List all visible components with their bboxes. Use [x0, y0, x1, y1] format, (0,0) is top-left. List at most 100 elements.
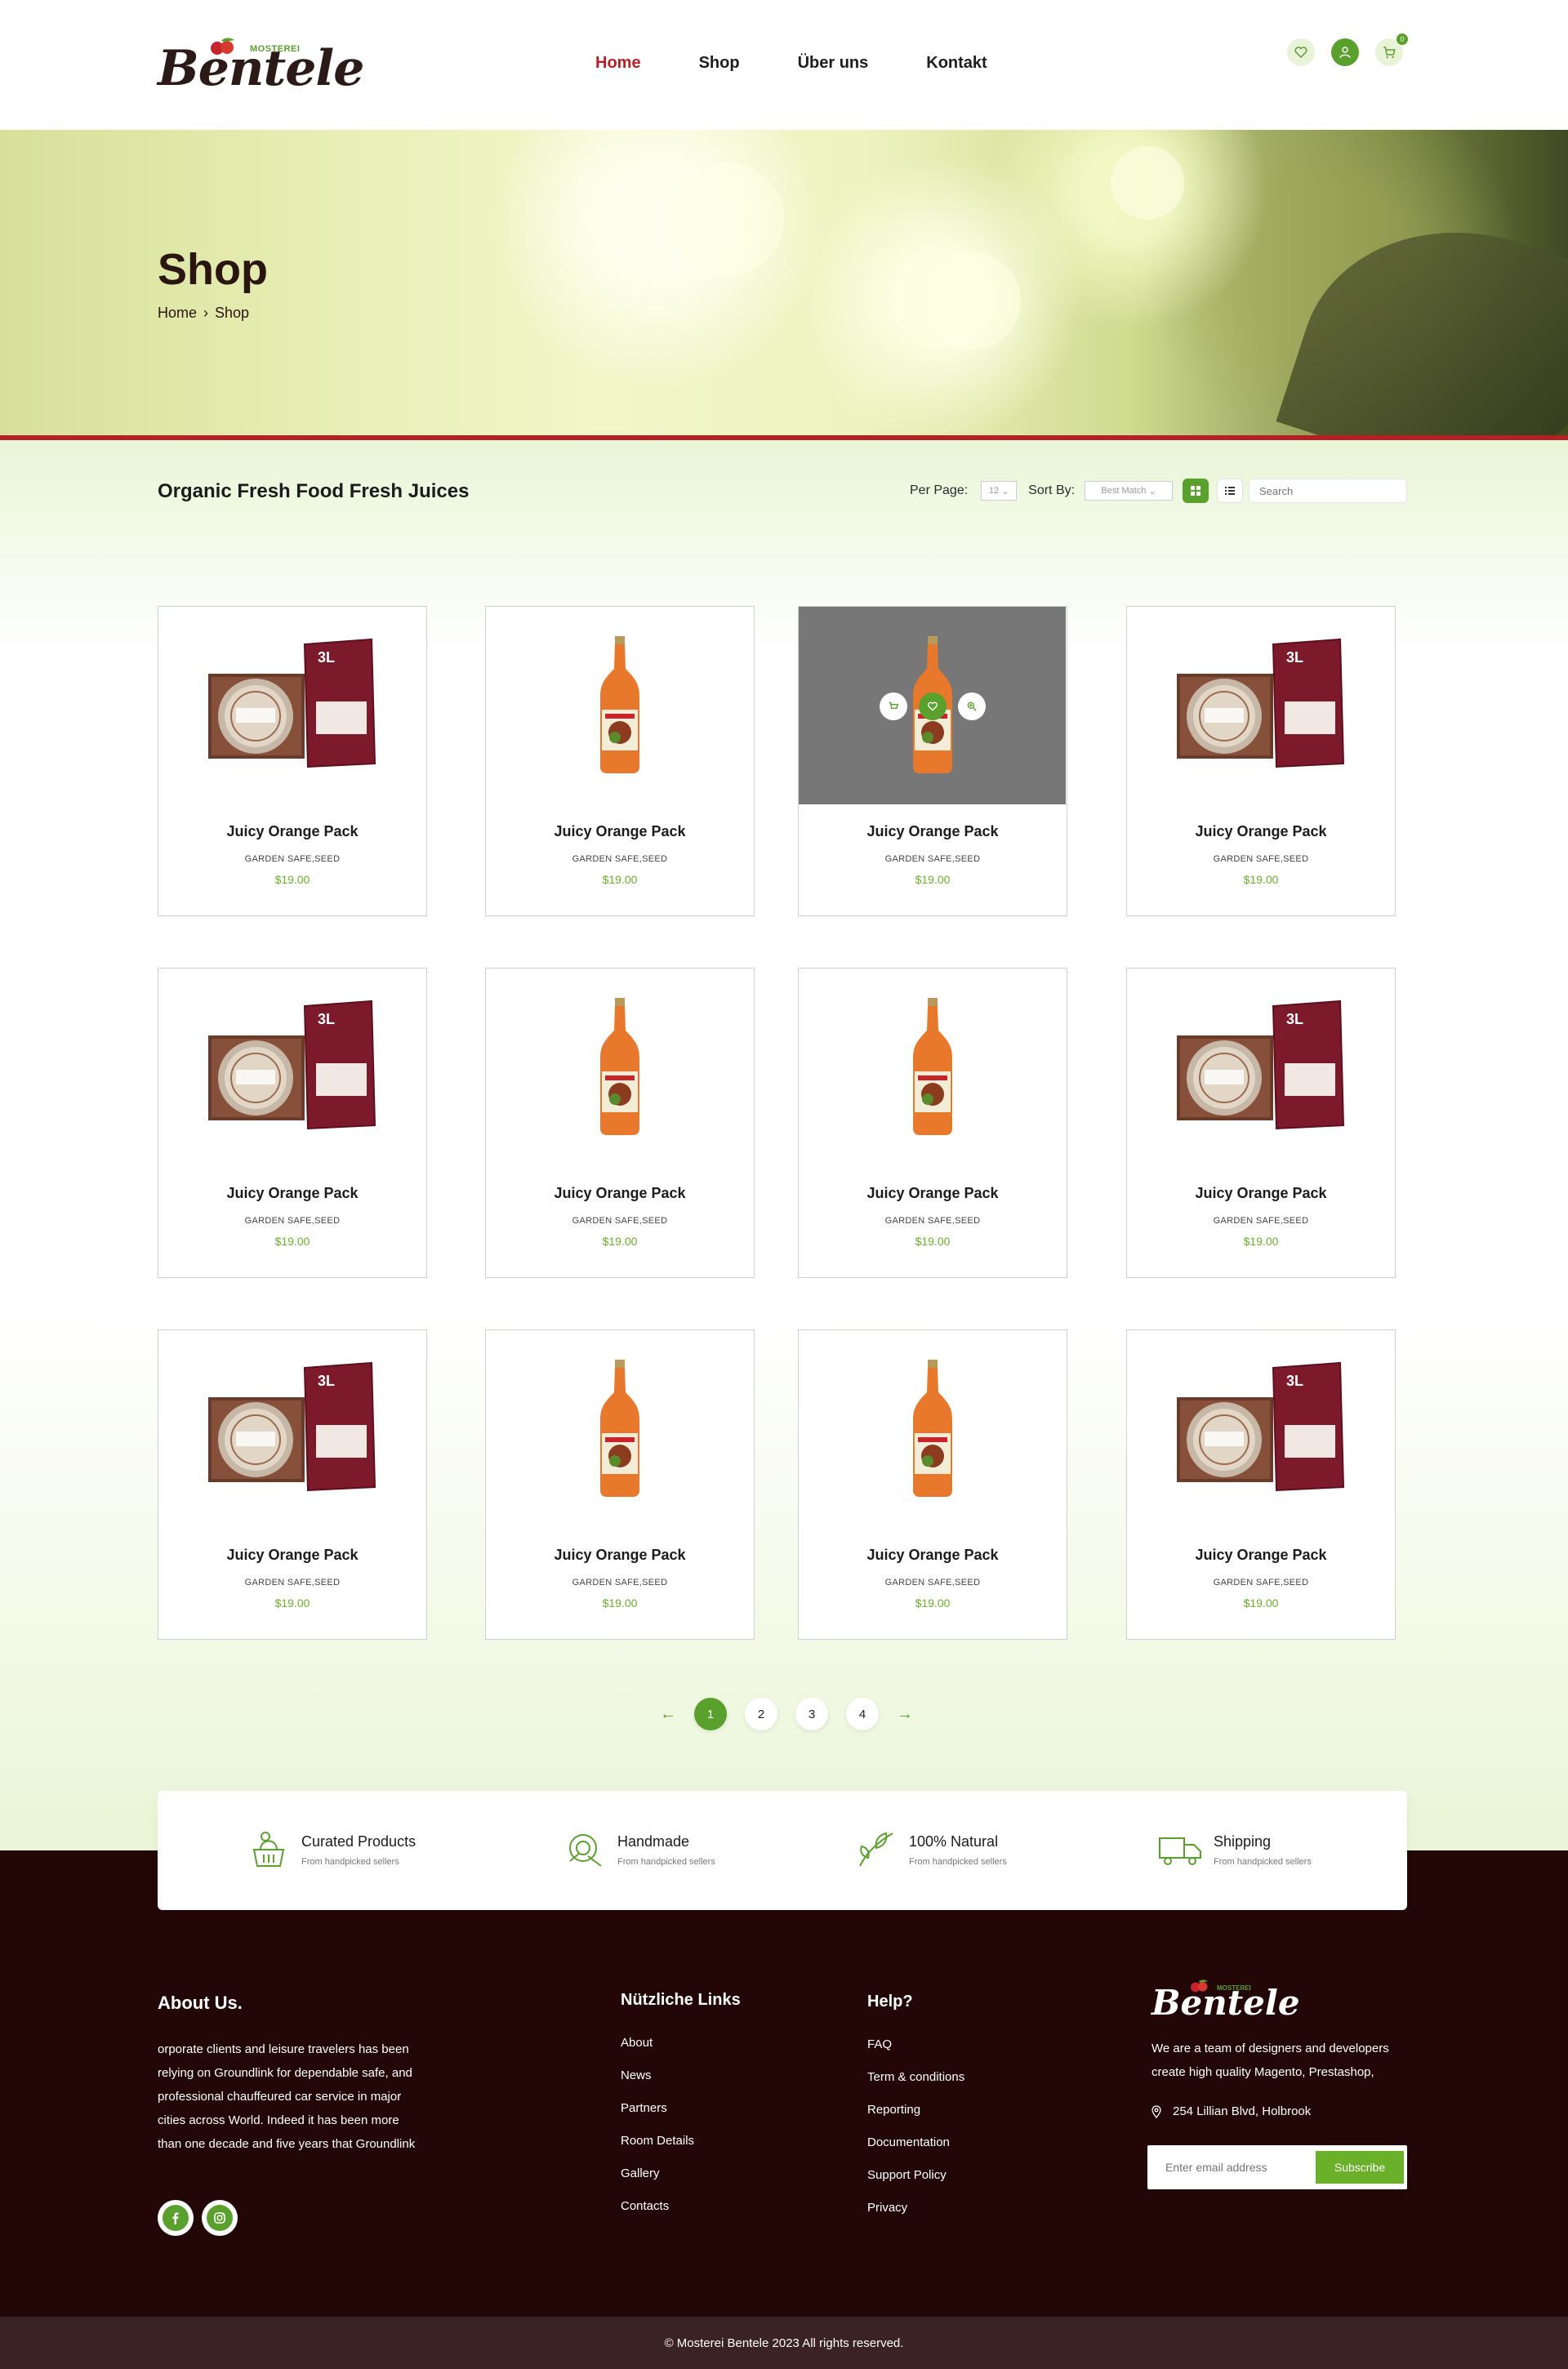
page-3-button[interactable]: 3 — [795, 1698, 828, 1730]
quick-view-button[interactable] — [958, 692, 986, 720]
footer-link[interactable]: Gallery — [621, 2166, 694, 2199]
per-page-select[interactable]: 12 ⌄ — [981, 481, 1018, 501]
product-card[interactable]: 3L Juicy Orange Pack GARDEN SAFE,SEED $19.… — [158, 606, 427, 916]
help-link[interactable]: Reporting — [867, 2103, 964, 2135]
product-name[interactable]: Juicy Orange Pack — [1127, 1547, 1395, 1564]
add-to-cart-button[interactable] — [880, 692, 907, 720]
chevron-down-icon: ⌄ — [1001, 486, 1009, 497]
chevron-down-icon: ⌄ — [1148, 486, 1156, 497]
product-name[interactable]: Juicy Orange Pack — [158, 1185, 426, 1202]
nav-home[interactable]: Home — [595, 54, 641, 73]
footer-link[interactable]: About — [621, 2036, 694, 2068]
product-card[interactable]: 3L Juicy Orange Pack GARDEN SAFE,SEED $19.… — [158, 968, 427, 1278]
page-1-button[interactable]: 1 — [694, 1698, 727, 1730]
list-icon — [1225, 487, 1236, 495]
feature-curated: Curated Products From handpicked sellers — [247, 1828, 416, 1871]
product-category: GARDEN SAFE,SEED — [1213, 854, 1309, 864]
wishlist-button[interactable] — [1287, 38, 1315, 66]
product-image[interactable]: 3L — [158, 1330, 425, 1528]
feature-subtitle: From handpicked sellers — [617, 1856, 715, 1867]
help-link[interactable]: Term & conditions — [867, 2070, 964, 2103]
footer-link[interactable]: News — [621, 2068, 694, 2101]
product-name[interactable]: Juicy Orange Pack — [158, 1547, 426, 1564]
box-size-label: 3L — [318, 1373, 335, 1389]
footer-link[interactable]: Partners — [621, 2101, 694, 2134]
help-link[interactable]: Documentation — [867, 2135, 964, 2168]
product-card[interactable]: Juicy Orange Pack GARDEN SAFE,SEED $19.00 — [798, 606, 1067, 916]
nav-contact[interactable]: Kontakt — [926, 54, 987, 73]
logo-wordmark: Bentele — [158, 40, 364, 97]
brand-logo[interactable]: MOSTEREI Bentele — [158, 33, 364, 96]
heart-icon — [928, 701, 938, 711]
help-link[interactable]: Support Policy — [867, 2168, 964, 2201]
product-name[interactable]: Juicy Orange Pack — [799, 1547, 1067, 1564]
product-card[interactable]: Juicy Orange Pack GARDEN SAFE,SEED $19.00 — [485, 968, 755, 1278]
product-name[interactable]: Juicy Orange Pack — [486, 823, 754, 840]
product-image[interactable]: 3L — [1127, 607, 1394, 804]
product-card[interactable]: Juicy Orange Pack GARDEN SAFE,SEED $19.00 — [485, 606, 755, 916]
product-image[interactable] — [486, 1330, 753, 1528]
product-name[interactable]: Juicy Orange Pack — [486, 1547, 754, 1564]
product-card[interactable]: Juicy Orange Pack GARDEN SAFE,SEED $19.00 — [798, 1329, 1067, 1640]
footer-link[interactable]: Contacts — [621, 2199, 694, 2232]
hero-bokeh — [670, 163, 784, 277]
page-2-button[interactable]: 2 — [745, 1698, 777, 1730]
grid-view-button[interactable] — [1183, 479, 1209, 503]
cart-button[interactable]: 0 — [1375, 33, 1408, 66]
pagination: ← 1 2 3 4 → — [660, 1698, 913, 1730]
product-card[interactable]: Juicy Orange Pack GARDEN SAFE,SEED $19.00 — [798, 968, 1067, 1278]
heart-icon — [1294, 47, 1307, 59]
search-input[interactable] — [1250, 479, 1406, 502]
footer-about-title: About Us. — [158, 1993, 243, 2013]
product-name[interactable]: Juicy Orange Pack — [1127, 1185, 1395, 1202]
sort-select[interactable]: Best Match ⌄ — [1085, 481, 1174, 501]
account-button[interactable] — [1331, 38, 1359, 66]
next-page-arrow-icon[interactable]: → — [897, 1705, 913, 1724]
product-card[interactable]: 3L Juicy Orange Pack GARDEN SAFE,SEED $19.… — [1126, 606, 1396, 916]
product-name[interactable]: Juicy Orange Pack — [486, 1185, 754, 1202]
product-card[interactable]: 3L Juicy Orange Pack GARDEN SAFE,SEED $19.… — [1126, 968, 1396, 1278]
product-category: GARDEN SAFE,SEED — [884, 854, 981, 864]
add-to-wishlist-button[interactable] — [919, 692, 947, 720]
subscribe-button[interactable]: Subscribe — [1316, 2151, 1404, 2184]
product-category: GARDEN SAFE,SEED — [884, 1578, 981, 1587]
product-image[interactable]: 3L — [1127, 1330, 1394, 1528]
product-name[interactable]: Juicy Orange Pack — [799, 823, 1067, 840]
per-page-value: 12 — [988, 486, 1000, 496]
product-price: $19.00 — [274, 873, 310, 886]
product-card[interactable]: Juicy Orange Pack GARDEN SAFE,SEED $19.00 — [485, 1329, 755, 1640]
product-price: $19.00 — [1243, 1235, 1279, 1248]
footer-logo[interactable]: MOSTEREI Bentele — [1152, 1979, 1300, 2024]
product-image[interactable] — [799, 1330, 1066, 1528]
instagram-button[interactable] — [202, 2200, 238, 2236]
box-size-label: 3L — [1286, 1011, 1303, 1027]
footer-about-text: orporate clients and leisure travelers h… — [158, 2042, 416, 2151]
product-image[interactable] — [486, 969, 753, 1166]
nav-shop[interactable]: Shop — [699, 54, 740, 73]
product-image[interactable] — [799, 969, 1066, 1166]
product-card[interactable]: 3L Juicy Orange Pack GARDEN SAFE,SEED $19.… — [158, 1329, 427, 1640]
product-name[interactable]: Juicy Orange Pack — [158, 823, 426, 840]
product-image[interactable]: 3L — [158, 607, 425, 804]
product-name[interactable]: Juicy Orange Pack — [1127, 823, 1395, 840]
help-link[interactable]: Privacy — [867, 2201, 964, 2233]
product-card[interactable]: 3L Juicy Orange Pack GARDEN SAFE,SEED $19.… — [1126, 1329, 1396, 1640]
product-name[interactable]: Juicy Orange Pack — [799, 1185, 1067, 1202]
per-page-control: Per Page: 12 ⌄ Sort By: Best Match ⌄ — [910, 479, 1244, 503]
product-category: GARDEN SAFE,SEED — [572, 854, 668, 864]
product-image[interactable]: 3L — [158, 969, 425, 1166]
breadcrumb-home[interactable]: Home — [158, 305, 197, 322]
prev-page-arrow-icon[interactable]: ← — [660, 1705, 676, 1724]
help-link[interactable]: FAQ — [867, 2037, 964, 2070]
email-input[interactable] — [1165, 2161, 1316, 2174]
nav-about[interactable]: Über uns — [798, 54, 869, 73]
footer-link[interactable]: Room Details — [621, 2134, 694, 2166]
page-4-button[interactable]: 4 — [846, 1698, 879, 1730]
juice-bottle-image — [912, 998, 952, 1135]
product-image[interactable] — [486, 607, 753, 804]
product-category: GARDEN SAFE,SEED — [572, 1578, 668, 1587]
list-view-button[interactable] — [1217, 479, 1244, 503]
product-image[interactable]: 3L — [1127, 969, 1394, 1166]
footer-links-title: Nützliche Links — [621, 1991, 741, 2009]
facebook-button[interactable] — [158, 2200, 194, 2236]
